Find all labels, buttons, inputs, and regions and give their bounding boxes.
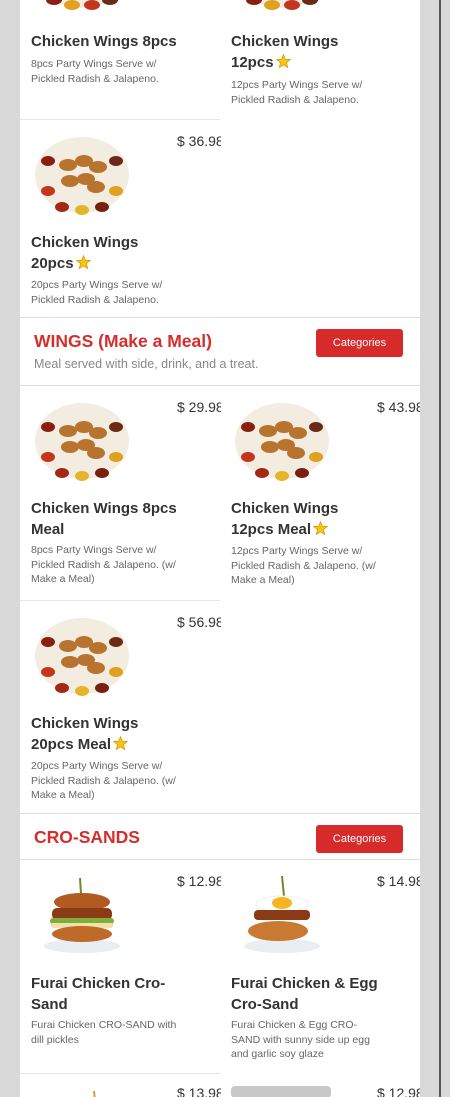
categories-button[interactable]: Categories — [316, 329, 403, 357]
item-description: 12pcs Party Wings Serve w/ Pickled Radis… — [231, 545, 376, 586]
item-image[interactable] — [34, 0, 130, 10]
item-price: $ 14.98 — [377, 873, 420, 889]
item-image[interactable] — [234, 0, 330, 10]
item-name[interactable]: Chicken Wings 12pcs — [231, 31, 371, 73]
item-image[interactable] — [34, 135, 130, 215]
item-price: $ 13.98 — [177, 1085, 221, 1097]
section-title: WINGS (Make a Meal) — [34, 331, 212, 351]
item-description: Furai Chicken & Egg CRO-SAND with sunny … — [231, 1019, 370, 1060]
item-image[interactable] — [34, 401, 130, 481]
section-subtitle: Meal served with side, drink, and a trea… — [34, 357, 259, 371]
item-price: $ 36.98 — [177, 133, 221, 149]
item-description: 8pcs Party Wings Serve w/ Pickled Radish… — [31, 544, 176, 585]
item-name[interactable]: Chicken Wings 20pcs — [31, 232, 141, 274]
item-name[interactable]: Chicken Wings 20pcs Meal — [31, 713, 151, 755]
divider — [20, 600, 220, 601]
item-price: $ 56.98 — [177, 614, 221, 630]
item-description: Furai Chicken CRO-SAND with dill pickles — [31, 1019, 177, 1046]
item-name[interactable]: Chicken Wings 8pcs Meal — [31, 498, 181, 540]
item-price: $ 43.98 — [377, 399, 420, 415]
star-icon — [313, 521, 329, 536]
item-image[interactable] — [34, 616, 130, 696]
item-image[interactable] — [231, 1085, 331, 1097]
menu-panel: Chicken Wings 8pcs 8pcs Party Wings Serv… — [20, 0, 420, 1097]
item-name[interactable]: Chicken Wings 12pcs Meal — [231, 498, 361, 540]
item-description: 8pcs Party Wings Serve w/ Pickled Radish… — [31, 58, 159, 85]
item-price: $ 12.98 — [177, 873, 221, 889]
item-image[interactable] — [234, 401, 330, 481]
star-icon — [113, 736, 129, 751]
item-description: 12pcs Party Wings Serve w/ Pickled Radis… — [231, 79, 363, 106]
item-image[interactable] — [34, 876, 130, 956]
section-title: CRO-SANDS — [34, 827, 140, 847]
item-image[interactable] — [234, 876, 330, 956]
star-icon — [75, 255, 91, 270]
item-description: 20pcs Party Wings Serve w/ Pickled Radis… — [31, 279, 163, 306]
section-header-wings-meal: WINGS (Make a Meal) Meal served with sid… — [20, 317, 420, 386]
categories-button[interactable]: Categories — [316, 825, 403, 853]
item-image[interactable] — [34, 1088, 130, 1097]
item-name[interactable]: Chicken Wings 8pcs — [31, 31, 181, 52]
scrollbar[interactable] — [439, 0, 441, 1097]
section-header-crosands: CRO-SANDS Categories — [20, 813, 420, 860]
item-name[interactable]: Furai Chicken Cro-Sand — [31, 973, 181, 1015]
divider — [20, 119, 220, 120]
item-price: $ 12.98 — [377, 1085, 420, 1097]
item-description: 20pcs Party Wings Serve w/ Pickled Radis… — [31, 760, 176, 801]
item-name[interactable]: Furai Chicken & Egg Cro-Sand — [231, 973, 381, 1015]
divider — [20, 1073, 220, 1074]
item-price: $ 29.98 — [177, 399, 221, 415]
star-icon — [275, 54, 291, 69]
